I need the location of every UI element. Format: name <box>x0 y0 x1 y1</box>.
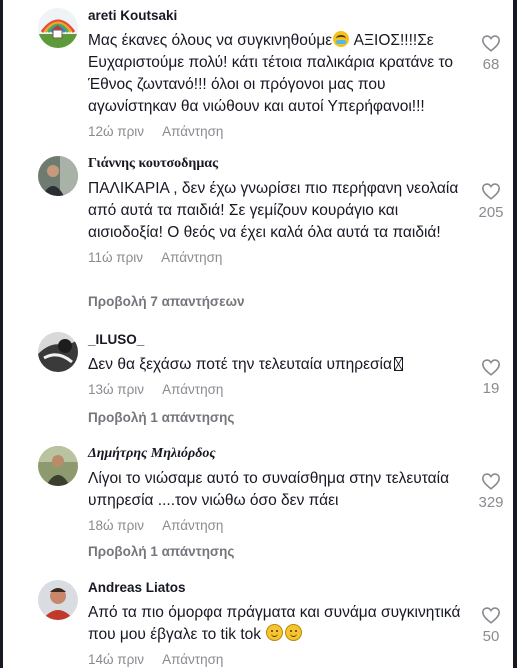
view-replies-button[interactable]: Προβολή 7 απαντήσεων <box>88 294 245 309</box>
heart-icon <box>481 473 501 490</box>
teary-face-emoji-icon <box>333 31 350 47</box>
avatar[interactable] <box>38 580 78 620</box>
like-button[interactable]: 19 <box>471 358 511 397</box>
heart-icon <box>481 35 501 52</box>
comment-text: Δεν θα ξεχάσω ποτέ την τελευταία υπηρεσί… <box>88 354 468 376</box>
like-count: 19 <box>482 380 500 397</box>
window-border-right <box>513 0 517 668</box>
reply-button[interactable]: Απάντηση <box>162 124 223 139</box>
timestamp: 13ώ πριν <box>88 382 145 397</box>
avatar[interactable] <box>38 332 78 372</box>
like-button[interactable]: 68 <box>471 34 511 73</box>
reply-button[interactable]: Απάντηση <box>162 518 223 533</box>
reply-button[interactable]: Απάντηση <box>161 250 222 265</box>
like-count: 68 <box>482 56 500 73</box>
like-button[interactable]: 329 <box>471 472 511 511</box>
timestamp: 18ώ πριν <box>88 518 145 533</box>
reply-button[interactable]: Απάντηση <box>162 382 223 397</box>
comment-text: ΠΑΛΙΚΑΡΙΑ , δεν έχω γνωρίσει πιο περήφαν… <box>88 180 459 241</box>
heart-icon <box>481 607 501 624</box>
avatar[interactable] <box>38 156 78 196</box>
smiling-face-emoji-icon <box>266 624 284 641</box>
heart-icon <box>481 183 501 200</box>
view-replies-button[interactable]: Προβολή 1 απάντησης <box>88 410 234 425</box>
like-button[interactable]: 50 <box>471 606 511 645</box>
avatar[interactable] <box>38 446 78 486</box>
like-count: 205 <box>478 204 504 221</box>
view-replies-button[interactable]: Προβολή 1 απάντησης <box>88 544 234 559</box>
heart-icon <box>481 359 501 376</box>
comment-meta: 18ώ πριν Απάντηση <box>88 518 468 534</box>
avatar[interactable] <box>38 8 78 48</box>
comment-meta: 12ώ πριν Απάντηση <box>88 124 468 140</box>
comment-meta: 14ώ πριν Απάντηση <box>88 652 468 668</box>
comments-list: areti Koutsaki Μας έκανες όλους να συγκι… <box>38 0 513 668</box>
comment-text: Από τα πιο όμορφα πράγματα και συνάμα συ… <box>88 604 461 643</box>
comment-meta: 13ώ πριν Απάντηση <box>88 382 468 398</box>
like-count: 329 <box>478 494 504 511</box>
username[interactable]: Δημήτρης Μηλιόρδος <box>88 446 468 464</box>
comment-text: Μας έκανες όλους να συγκινηθούμε ΑΞΙΟΣ!!… <box>88 31 453 115</box>
like-button[interactable]: 205 <box>471 182 511 221</box>
username[interactable]: Andreas Liatos <box>88 580 468 598</box>
timestamp: 11ώ πριν <box>88 250 144 265</box>
comment-meta: 11ώ πριν Απάντηση <box>88 250 468 266</box>
reply-button[interactable]: Απάντηση <box>162 652 223 667</box>
unrendered-emoji-icon <box>393 357 403 371</box>
username[interactable]: _ILUSO_ <box>88 332 468 350</box>
window-border-left <box>0 0 3 668</box>
timestamp: 12ώ πριν <box>88 124 145 139</box>
username[interactable]: areti Koutsaki <box>88 8 468 26</box>
like-count: 50 <box>482 628 500 645</box>
timestamp: 14ώ πριν <box>88 652 145 667</box>
username[interactable]: Γιάννης κουτσοδημας <box>88 156 468 174</box>
comment-text: Λίγοι το νιώσαμε αυτό το συναίσθημα στην… <box>88 470 450 509</box>
smiling-face-emoji-icon <box>285 624 303 641</box>
